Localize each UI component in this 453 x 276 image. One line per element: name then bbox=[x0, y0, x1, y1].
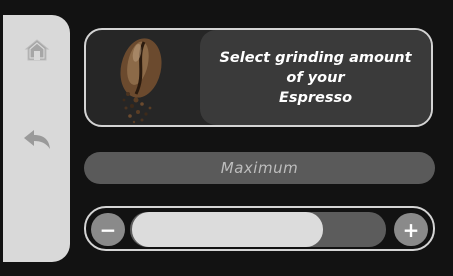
home-button[interactable] bbox=[3, 30, 70, 70]
info-card: Select grinding amount of your Espresso bbox=[84, 28, 433, 127]
slider-track[interactable] bbox=[130, 212, 386, 247]
coffee-bean-ground-image bbox=[120, 38, 162, 124]
slider-fill[interactable] bbox=[132, 212, 323, 247]
instruction-panel: Select grinding amount of your Espresso bbox=[200, 30, 431, 125]
instruction-line-3: Espresso bbox=[278, 89, 353, 106]
instruction-line-1: Select grinding amount bbox=[219, 49, 412, 66]
grind-level-display: Maximum bbox=[84, 152, 435, 184]
grind-amount-slider: − + bbox=[84, 206, 435, 251]
instruction-text: Select grinding amount of your Espresso bbox=[211, 48, 421, 108]
increase-button[interactable]: + bbox=[394, 213, 428, 246]
home-icon bbox=[24, 39, 49, 61]
back-arrow-icon bbox=[23, 130, 50, 149]
grind-level-label: Maximum bbox=[220, 159, 299, 177]
decrease-button[interactable]: − bbox=[91, 213, 125, 246]
sidebar bbox=[3, 15, 70, 262]
instruction-line-2: of your bbox=[286, 69, 345, 86]
back-button[interactable] bbox=[3, 120, 70, 160]
